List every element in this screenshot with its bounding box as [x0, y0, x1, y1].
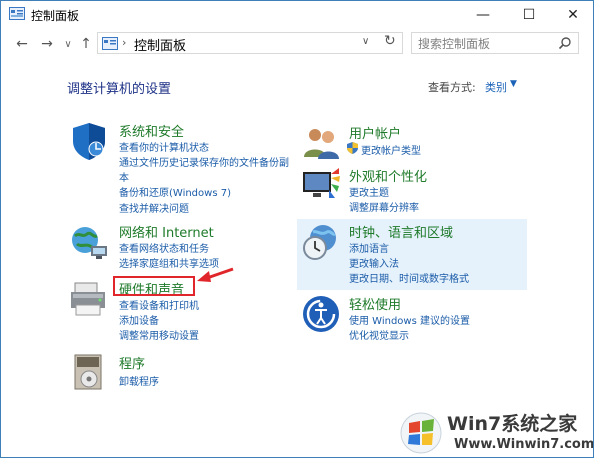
link-optimize-visual-display[interactable]: 优化视觉显示 [349, 327, 409, 342]
link-add-device[interactable]: 添加设备 [119, 312, 159, 327]
close-button[interactable]: ✕ [551, 1, 593, 29]
minimize-button[interactable]: — [461, 1, 505, 29]
address-dropdown-icon[interactable]: ∨ [362, 36, 369, 47]
back-arrow-icon: ← [16, 36, 28, 52]
link-change-theme[interactable]: 更改主题 [349, 184, 389, 199]
uac-shield-icon [347, 142, 358, 154]
watermark-text: Win7系统之家 [447, 413, 578, 435]
search-box[interactable] [411, 32, 579, 54]
maximize-button[interactable]: ☐ [507, 1, 551, 29]
address-bar[interactable]: › 控制面板 ∨ ↻ [97, 32, 403, 54]
annotation-arrow-icon [197, 267, 234, 282]
appearance-monitor-icon [303, 168, 340, 198]
breadcrumb-separator: › [122, 36, 127, 49]
link-file-history-cont[interactable]: 本 [119, 169, 129, 184]
printer-icon [71, 282, 105, 316]
category-title-appearance[interactable]: 外观和个性化 [349, 166, 427, 185]
close-icon: ✕ [567, 7, 579, 23]
up-button[interactable]: ↑ [77, 34, 95, 54]
ease-of-access-icon [303, 296, 339, 332]
watermark-url: Www.Winwin7.com [454, 437, 594, 452]
back-button[interactable]: ← [13, 34, 31, 54]
annotation-highlight-box [113, 276, 195, 296]
network-globe-icon [72, 227, 107, 259]
link-view-computer-status[interactable]: 查看你的计算机状态 [119, 139, 209, 154]
category-title-network-internet[interactable]: 网络和 Internet [119, 222, 214, 241]
forward-button[interactable]: → [38, 34, 56, 54]
link-recommended-settings[interactable]: 使用 Windows 建议的设置 [349, 312, 470, 327]
users-icon [304, 129, 339, 159]
page-heading: 调整计算机的设置 [67, 82, 172, 97]
link-file-history[interactable]: 通过文件历史记录保存你的文件备份副 [119, 154, 289, 169]
up-arrow-icon: ↑ [80, 36, 92, 52]
link-mobility-settings[interactable]: 调整常用移动设置 [119, 327, 199, 342]
programs-disc-icon [74, 354, 102, 390]
search-icon[interactable] [558, 36, 572, 50]
control-panel-small-icon [102, 37, 118, 50]
view-by-dropdown[interactable]: 类别 [485, 79, 507, 95]
control-panel-window: 控制面板 — ☐ ✕ ← → ∨ ↑ › 控制面板 ∨ ↻ 搜索控制面板 调整计… [0, 0, 594, 458]
breadcrumb-path[interactable]: 控制面板 [134, 35, 186, 54]
recent-locations-button[interactable]: ∨ [59, 34, 77, 54]
view-by-label: 查看方式: [428, 81, 476, 94]
link-add-language[interactable]: 添加语言 [349, 240, 389, 255]
category-title-system-security[interactable]: 系统和安全 [119, 121, 184, 140]
window-title: 控制面板 [31, 9, 80, 23]
refresh-icon[interactable]: ↻ [384, 33, 396, 49]
link-uninstall-program[interactable]: 卸载程序 [119, 373, 159, 388]
view-by-dropdown-arrow-icon[interactable]: ▼ [510, 79, 517, 89]
link-change-date-time-format[interactable]: 更改日期、时间或数字格式 [349, 270, 469, 285]
link-change-input-method[interactable]: 更改输入法 [349, 255, 399, 270]
link-devices-printers[interactable]: 查看设备和打印机 [119, 297, 199, 312]
title-bar: 控制面板 — ☐ ✕ [1, 1, 593, 29]
link-network-status[interactable]: 查看网络状态和任务 [119, 240, 209, 255]
link-troubleshoot[interactable]: 查找并解决问题 [119, 200, 189, 215]
chevron-down-icon: ∨ [64, 38, 72, 50]
clock-globe-icon [303, 225, 337, 260]
category-title-clock-language-region[interactable]: 时钟、语言和区域 [349, 222, 453, 241]
link-backup-restore[interactable]: 备份和还原(Windows 7) [119, 184, 231, 199]
maximize-icon: ☐ [522, 7, 536, 23]
navigation-bar: ← → ∨ ↑ › 控制面板 ∨ ↻ [1, 29, 593, 59]
link-change-account-type[interactable]: 更改帐户类型 [361, 142, 421, 157]
shield-icon [73, 123, 105, 160]
link-screen-resolution[interactable]: 调整屏幕分辨率 [349, 199, 419, 214]
category-title-ease-of-access[interactable]: 轻松使用 [349, 294, 401, 313]
category-title-user-accounts[interactable]: 用户帐户 [349, 123, 401, 142]
minimize-icon: — [476, 7, 490, 23]
forward-arrow-icon: → [41, 36, 53, 52]
search-input[interactable] [416, 34, 560, 54]
category-title-programs[interactable]: 程序 [119, 353, 145, 372]
control-panel-icon [9, 7, 25, 20]
